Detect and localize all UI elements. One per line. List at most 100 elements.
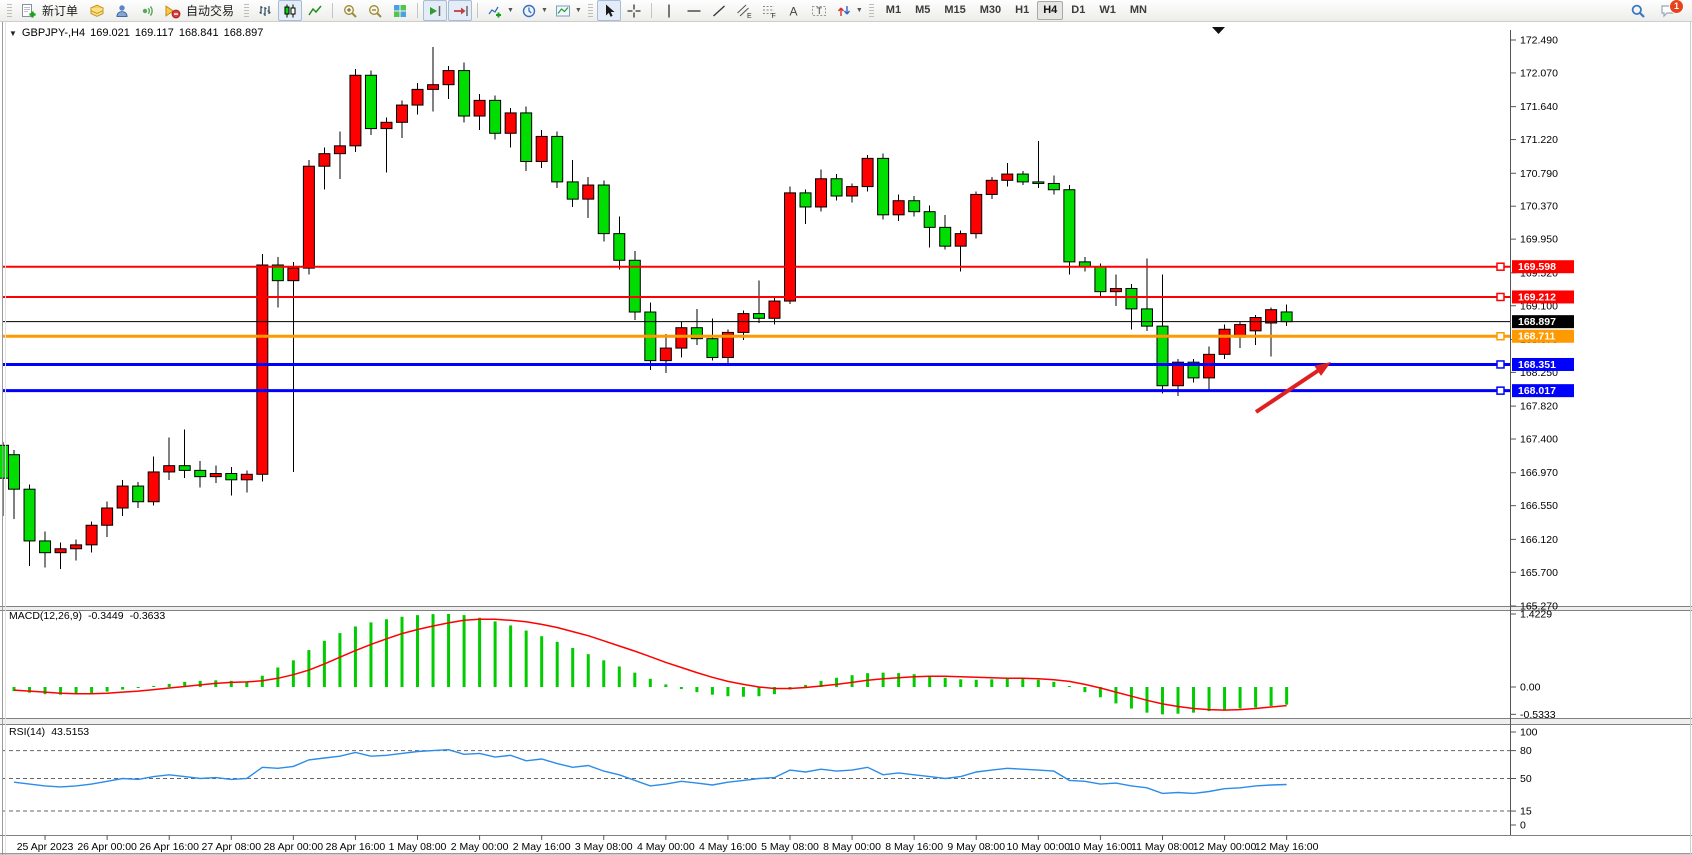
vertical-line-button[interactable]	[657, 0, 681, 21]
text-icon: A	[786, 3, 802, 19]
svg-text:166.120: 166.120	[1520, 534, 1558, 546]
candle	[785, 193, 796, 301]
bars-chart-button[interactable]	[253, 0, 277, 21]
candle	[1219, 329, 1230, 354]
svg-text:T: T	[816, 6, 822, 16]
new-order-button[interactable]	[16, 0, 40, 21]
toolbar-grip[interactable]	[588, 4, 593, 18]
fibonacci-button[interactable]: F	[757, 0, 781, 21]
svg-text:167.400: 167.400	[1520, 434, 1558, 446]
toolbar-grip[interactable]	[244, 4, 249, 18]
candle	[738, 314, 749, 333]
templates-menu-button[interactable]	[551, 0, 575, 21]
toolbar-grip[interactable]	[869, 4, 874, 18]
timeframe-mn-button[interactable]: MN	[1124, 1, 1153, 20]
time-axis: 25 Apr 202326 Apr 00:0026 Apr 16:0027 Ap…	[17, 835, 1319, 853]
candle	[878, 158, 889, 214]
window-frame	[0, 22, 1692, 855]
auto-scroll-button[interactable]	[423, 0, 447, 21]
candle	[1033, 182, 1044, 184]
svg-text:0: 0	[1520, 820, 1526, 832]
horizontal-line-168.351[interactable]	[2, 361, 1510, 368]
search-button[interactable]	[1626, 0, 1650, 21]
dropdown-caret-icon[interactable]: ▼	[575, 7, 582, 14]
signals-button[interactable]	[135, 0, 159, 21]
tile-windows-button[interactable]	[388, 0, 412, 21]
time-axis-label: 5 May 08:00	[761, 841, 819, 853]
zoom-in-button[interactable]	[338, 0, 362, 21]
depth-of-market-button[interactable]	[85, 0, 109, 21]
svg-text:F: F	[771, 13, 775, 19]
timeframe-m5-button[interactable]: M5	[909, 1, 936, 20]
chat-button[interactable]: 1	[1656, 1, 1680, 21]
svg-text:168.017: 168.017	[1518, 385, 1556, 397]
text-button[interactable]: A	[782, 0, 806, 21]
cursor-button[interactable]	[597, 0, 621, 21]
candle	[583, 185, 594, 199]
candle	[55, 549, 66, 553]
symbol-dropdown-icon[interactable]: ▼	[9, 29, 17, 38]
line-handle[interactable]	[1497, 361, 1504, 368]
equidistant-channel-button[interactable]: E	[732, 0, 756, 21]
candlesticks	[0, 47, 1292, 569]
candle	[614, 234, 625, 261]
candle	[71, 545, 82, 549]
candle	[1266, 310, 1277, 323]
svg-text:168.897: 168.897	[1518, 316, 1556, 328]
horizontal-line-169.598[interactable]	[2, 263, 1510, 270]
candles-chart-button[interactable]	[278, 0, 302, 21]
dropdown-caret-icon[interactable]: ▼	[507, 7, 514, 14]
depth-of-market-icon	[89, 3, 105, 19]
timeframe-h4-button[interactable]: H4	[1037, 1, 1063, 20]
trendline-button[interactable]	[707, 0, 731, 21]
horizontal-line-169.212[interactable]	[2, 293, 1510, 300]
zoom-out-icon	[367, 3, 383, 19]
candle	[397, 105, 408, 122]
timeframe-h1-button[interactable]: H1	[1009, 1, 1035, 20]
time-axis-label: 1 May 08:00	[389, 841, 447, 853]
timeframe-m1-button[interactable]: M1	[880, 1, 907, 20]
horizontal-line-168.711[interactable]	[2, 333, 1510, 340]
periods-menu-button[interactable]	[517, 0, 541, 21]
terminal-button[interactable]	[110, 0, 134, 21]
svg-text:171.220: 171.220	[1520, 134, 1558, 146]
candle	[490, 100, 501, 133]
line-handle[interactable]	[1497, 263, 1504, 270]
time-axis-label: 8 May 00:00	[823, 841, 881, 853]
crosshair-icon	[626, 3, 642, 19]
macd-signal-line	[14, 619, 1287, 710]
trend-arrow-annotation[interactable]	[1256, 362, 1331, 412]
candle	[133, 486, 144, 502]
crosshair-button[interactable]	[622, 0, 646, 21]
line-handle[interactable]	[1497, 387, 1504, 394]
indicators-menu-button[interactable]	[483, 0, 507, 21]
dropdown-caret-icon[interactable]: ▼	[541, 7, 548, 14]
arrows-menu-button[interactable]	[832, 0, 856, 21]
new-order-label[interactable]: 新订单	[42, 2, 78, 19]
arrows-icon	[836, 3, 852, 19]
timeframe-w1-button[interactable]: W1	[1093, 1, 1122, 20]
line-chart-button[interactable]	[303, 0, 327, 21]
text-label-button[interactable]: T	[807, 0, 831, 21]
zoom-out-button[interactable]	[363, 0, 387, 21]
chart-shift-marker[interactable]	[1212, 27, 1225, 34]
auto-trading-icon	[164, 3, 181, 19]
candle	[443, 71, 454, 85]
horizontal-line-button[interactable]	[682, 0, 706, 21]
chart-shift-button[interactable]	[448, 0, 472, 21]
auto-trading-button[interactable]	[160, 0, 184, 21]
open-value: 169.021	[90, 27, 130, 39]
timeframe-m15-button[interactable]: M15	[938, 1, 971, 20]
candle	[334, 146, 345, 154]
timeframe-m30-button[interactable]: M30	[974, 1, 1007, 20]
toolbar-grip[interactable]	[7, 4, 12, 18]
dropdown-caret-icon[interactable]: ▼	[856, 7, 863, 14]
candle	[164, 466, 175, 472]
auto-trading-label[interactable]: 自动交易	[186, 2, 234, 19]
candle	[303, 166, 314, 268]
timeframe-d1-button[interactable]: D1	[1065, 1, 1091, 20]
time-axis-label: 26 Apr 16:00	[139, 841, 199, 853]
line-handle[interactable]	[1497, 333, 1504, 340]
candle	[226, 474, 237, 480]
line-handle[interactable]	[1497, 293, 1504, 300]
